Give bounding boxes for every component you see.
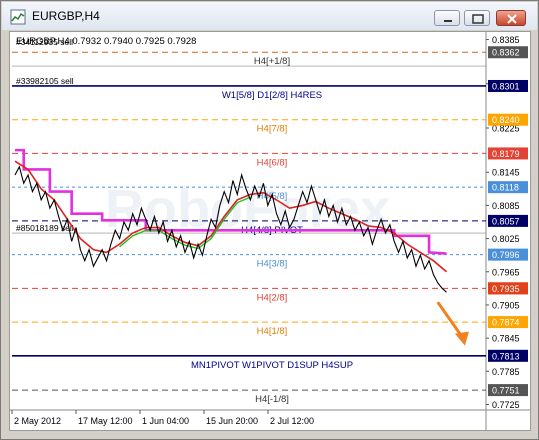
level-price-label: 0.7751 — [492, 386, 520, 396]
price-tick-label: 0.8145 — [492, 168, 520, 178]
level-price-label: 0.8179 — [492, 149, 520, 159]
level-label: H4[-1/8] — [255, 394, 289, 405]
level-label: H4[6/8] — [257, 157, 288, 168]
restore-icon — [472, 14, 484, 24]
price-tick-label: 0.7845 — [492, 334, 520, 344]
chart-app-icon — [10, 9, 26, 25]
minimize-button[interactable] — [434, 10, 460, 26]
level-price-label: 0.8057 — [492, 216, 520, 226]
price-tick-label: 0.7965 — [492, 267, 520, 277]
level-price-label: 0.8362 — [492, 48, 520, 58]
level-price-label: 0.8118 — [492, 183, 519, 193]
time-tick-label: 1 Jun 04:00 — [142, 416, 189, 426]
forecast-arrow-head — [454, 331, 469, 346]
price-tick-label: 0.7725 — [492, 400, 520, 410]
level-label: W1[5/8] D1[2/8] H4RES — [222, 90, 322, 101]
order-label: #33982105 sell — [16, 76, 74, 86]
price-tick-label: 0.8385 — [492, 35, 520, 45]
minimize-icon — [444, 20, 452, 22]
level-label: MN1PIVOT W1PIVOT D1SUP H4SUP — [191, 360, 353, 371]
price-tick-label: 0.7785 — [492, 367, 520, 377]
time-tick-label: 15 Jun 20:00 — [206, 416, 258, 426]
close-icon — [507, 14, 517, 24]
price-tick-label: 0.8025 — [492, 234, 520, 244]
window-title: EURGBP,H4 — [32, 9, 100, 23]
restore-button[interactable] — [464, 10, 490, 26]
price-chart: RoboForex0.83850.83050.82250.81450.80850… — [10, 32, 530, 430]
level-price-label: 0.8240 — [492, 115, 520, 125]
time-tick-label: 17 May 12:00 — [78, 416, 133, 426]
level-label: H4[2/8] — [257, 292, 288, 303]
level-price-label: 0.8301 — [492, 81, 520, 91]
level-price-label: 0.7874 — [492, 318, 520, 328]
level-price-label: 0.7813 — [492, 351, 520, 361]
forecast-arrow-shaft — [436, 301, 464, 338]
chart-area[interactable]: RoboForex0.83850.83050.82250.81450.80850… — [9, 31, 531, 431]
level-label: H4[7/8] — [257, 124, 288, 135]
close-button[interactable] — [496, 10, 526, 26]
level-label: H4[1/8] — [257, 326, 288, 337]
level-price-label: 0.7996 — [492, 250, 520, 260]
level-label: H4[3/8] — [257, 259, 288, 270]
current-price-label: 0.7935 — [492, 284, 520, 294]
price-tick-label: 0.7905 — [492, 300, 520, 310]
time-tick-label: 2 Jul 12:00 — [270, 416, 314, 426]
level-label: H4[+1/8] — [254, 56, 290, 67]
time-tick-label: 2 May 2012 — [14, 416, 61, 426]
price-tick-label: 0.8085 — [492, 201, 520, 211]
title-bar: EURGBP,H4 — [2, 2, 537, 30]
chart-window: EURGBP,H4 RoboForex0.83850.83050.82250.8… — [0, 0, 539, 440]
symbol-header: EURGBP,H4 0.7932 0.7940 0.7925 0.7928 — [16, 36, 196, 47]
